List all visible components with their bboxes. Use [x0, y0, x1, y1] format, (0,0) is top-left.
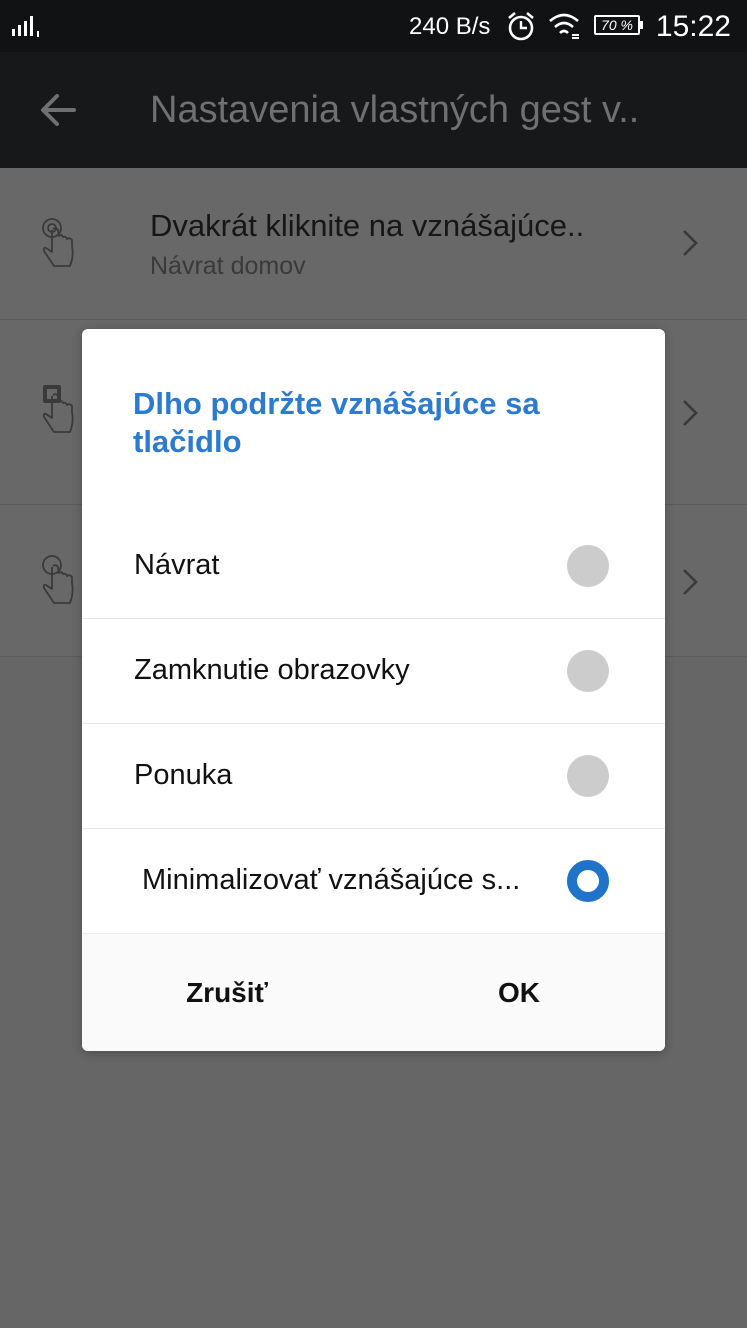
option-label: Ponuka	[134, 759, 233, 791]
battery-level: 70 %	[601, 17, 633, 33]
radio-button[interactable]	[567, 545, 609, 587]
clock-time: 15:22	[655, 10, 731, 43]
chevron-right-icon	[683, 569, 698, 595]
long-press-gesture-icon	[42, 385, 74, 433]
radio-button-selected[interactable]	[567, 860, 609, 902]
double-tap-gesture-icon	[42, 218, 74, 267]
dialog-footer: Zrušiť OK	[82, 933, 665, 1051]
cancel-button[interactable]: Zrušiť	[122, 934, 332, 1051]
long-press-action-dialog: Dlho podržte vznášajúce sa tlačidlo Návr…	[82, 329, 665, 1051]
dialog-title: Dlho podržte vznášajúce sa tlačidlo	[133, 386, 540, 459]
chevron-right-icon	[683, 400, 698, 426]
option-navrat[interactable]: Návrat	[82, 514, 665, 619]
status-bar: 240 B/s 70 % 15:22	[0, 0, 747, 52]
option-zamknutie-obrazovky[interactable]: Zamknutie obrazovky	[82, 618, 665, 723]
network-speed: 240 B/s	[409, 13, 491, 40]
list-item-double-tap[interactable]: Dvakrát kliknite na vznášajúce.. Návrat …	[0, 168, 747, 320]
chevron-right-icon	[683, 230, 698, 256]
radio-button[interactable]	[567, 755, 609, 797]
battery-nub	[640, 21, 643, 29]
wifi-icon	[549, 13, 579, 39]
ok-button[interactable]: OK	[412, 934, 626, 1051]
option-label: Minimalizovať vznášajúce s...	[142, 864, 521, 896]
list-item-subtitle: Návrat domov	[150, 252, 306, 280]
option-label: Zamknutie obrazovky	[134, 654, 410, 686]
option-label: Návrat	[134, 549, 220, 581]
alarm-clock-icon	[508, 12, 534, 41]
back-arrow-icon[interactable]	[30, 82, 86, 138]
signal-bars-icon	[12, 16, 39, 37]
option-ponuka[interactable]: Ponuka	[82, 723, 665, 828]
list-item-title: Dvakrát kliknite na vznášajúce..	[150, 208, 585, 243]
option-minimalizovat[interactable]: Minimalizovať vznášajúce s...	[82, 828, 665, 933]
radio-button[interactable]	[567, 650, 609, 692]
tap-gesture-icon	[42, 555, 74, 604]
app-bar: Nastavenia vlastných gest v..	[0, 52, 747, 168]
page-title: Nastavenia vlastných gest v..	[150, 89, 640, 131]
